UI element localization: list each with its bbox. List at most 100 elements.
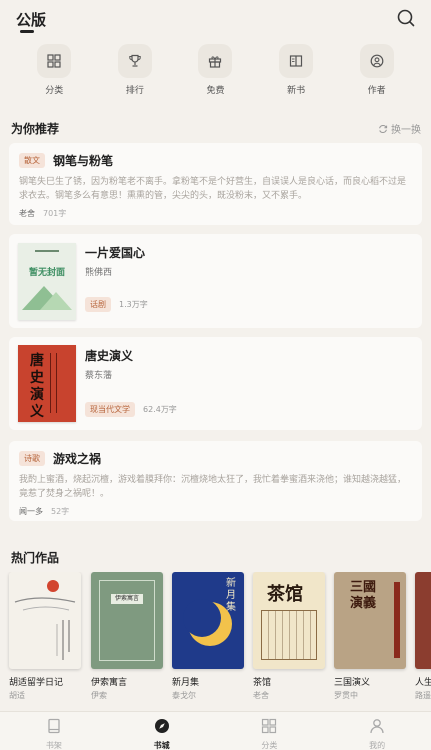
book-meta: 闻一多 52字 <box>19 506 412 517</box>
cover-title-text: 唐史演义 <box>30 353 44 420</box>
recommend-card-book[interactable]: 唐史演义 唐史演义 蔡东藩 现当代文学 62.4万字 <box>9 337 422 430</box>
category-classify[interactable]: 分类 <box>24 44 84 100</box>
top-bar: 公版 <box>0 0 431 44</box>
grid-icon <box>262 718 277 734</box>
nav-categories[interactable]: 分类 <box>239 712 299 750</box>
refresh-icon <box>379 124 388 133</box>
author-name: 罗贯中 <box>334 691 358 700</box>
book-excerpt: 钢笔失巳生了锈，因为粉笔老不离手。拿粉笔不是个好营生，自误误人是良心话，而良心稻… <box>19 177 407 201</box>
category-label: 分类 <box>45 86 64 96</box>
cover-placeholder-text: 暂无封面 <box>28 268 65 278</box>
book-title: 人生 <box>415 678 431 688</box>
nav-label: 我的 <box>369 741 386 750</box>
category-ranking[interactable]: 排行 <box>105 44 165 100</box>
book-cover <box>415 572 431 669</box>
cover-illustration <box>14 580 76 660</box>
cover-label: 伊索寓言 <box>111 594 143 604</box>
genre-tag: 现当代文学 <box>85 402 135 417</box>
word-count: 701字 <box>43 209 67 218</box>
word-count: 62.4万字 <box>143 405 177 414</box>
author-name: 熊佛西 <box>85 268 113 278</box>
recommend-section-title: 为你推荐 <box>11 122 60 136</box>
author-name: 闻一多 <box>19 507 43 516</box>
trophy-icon <box>129 54 141 67</box>
genre-tag: 诗歌 <box>19 451 45 466</box>
swap-button[interactable]: 换一换 <box>378 121 421 136</box>
book-cover: 新月集 <box>172 572 244 669</box>
hot-book[interactable]: 胡适留学日记 胡适 <box>9 572 81 701</box>
category-label: 作者 <box>367 86 386 96</box>
nav-bookshelf[interactable]: 书架 <box>24 712 84 750</box>
book-title: 唐史演义 <box>85 349 134 363</box>
hot-book[interactable]: 三國演義 三国演义 罗贯中 <box>334 572 406 701</box>
nav-bookstore[interactable]: 书城 <box>132 712 192 750</box>
bookshelf-icon <box>48 718 60 734</box>
hot-section-title: 热门作品 <box>11 551 60 565</box>
genre-tag: 话剧 <box>85 297 111 312</box>
book-cover <box>9 572 81 669</box>
author-name: 伊索 <box>91 691 107 700</box>
author-name: 胡适 <box>9 691 25 700</box>
nav-label: 分类 <box>261 741 278 750</box>
category-authors[interactable]: 作者 <box>347 44 407 100</box>
gift-icon <box>209 56 222 68</box>
book-open-icon <box>289 55 303 67</box>
genre-tag: 散文 <box>19 153 45 168</box>
book-title: 伊索寓言 <box>91 678 128 688</box>
nav-label: 书架 <box>45 741 62 750</box>
tab-active-indicator <box>20 30 34 33</box>
book-meta: 现当代文学 62.4万字 <box>85 402 177 417</box>
category-new-books[interactable]: 新书 <box>266 44 326 100</box>
book-title: 三国演义 <box>334 678 371 688</box>
book-title: 一片爱国心 <box>85 246 146 260</box>
user-circle-icon <box>370 54 384 68</box>
user-icon <box>370 719 384 734</box>
hot-books-carousel[interactable]: 胡适留学日记 胡适 伊索寓言 伊索寓言 伊索 新月集 新月集 泰戈尔 茶馆 茶馆… <box>0 572 431 702</box>
book-meta: 话剧 1.3万字 <box>85 297 148 312</box>
book-title: 胡适留学日记 <box>9 678 64 688</box>
cover-title-text: 茶馆 <box>267 584 303 605</box>
author-name: 老舍 <box>19 209 35 218</box>
category-label: 新书 <box>287 86 306 96</box>
book-cover: 三國演義 <box>334 572 406 669</box>
author-name: 路遥 <box>415 691 431 700</box>
nav-label: 书城 <box>153 741 170 750</box>
nav-profile[interactable]: 我的 <box>347 712 407 750</box>
book-title: 茶馆 <box>253 678 272 688</box>
book-title: 新月集 <box>172 678 200 688</box>
author-name: 老舍 <box>253 691 269 700</box>
book-cover: 伊索寓言 <box>91 572 163 669</box>
book-cover: 茶馆 <box>253 572 325 669</box>
book-cover: 唐史演义 <box>18 345 76 422</box>
grid-icon <box>47 54 61 68</box>
swap-label: 换一换 <box>391 125 421 136</box>
hot-book[interactable]: 人生 路遥 <box>415 572 431 701</box>
category-label: 排行 <box>125 86 144 96</box>
book-title: 钢笔与粉笔 <box>53 154 114 168</box>
search-button[interactable] <box>395 7 417 29</box>
word-count: 52字 <box>51 507 70 516</box>
mountain-illustration <box>22 286 72 310</box>
category-label: 免费 <box>206 86 225 96</box>
author-name: 蔡东藩 <box>85 371 113 381</box>
hot-book[interactable]: 茶馆 茶馆 老舍 <box>253 572 325 701</box>
book-excerpt: 我酌上蜜酒，烧起沉檀，游戏着膜拜你：沉檀烧地太狂了，我忙着拳蜜酒来浇他；谁知越浇… <box>19 475 407 499</box>
recommend-card-essay[interactable]: 散文 钢笔与粉笔 钢笔失巳生了锈，因为粉笔老不离手。拿粉笔不是个好营生，自误误人… <box>9 143 422 225</box>
bottom-nav: 书架 书城 分类 我的 <box>0 711 431 750</box>
tab-public-domain[interactable]: 公版 <box>16 9 46 30</box>
book-title: 游戏之祸 <box>53 452 102 466</box>
category-free[interactable]: 免费 <box>185 44 245 100</box>
hot-book[interactable]: 新月集 新月集 泰戈尔 <box>172 572 244 701</box>
cover-title-text: 三國演義 <box>350 580 377 611</box>
book-meta: 老舍 701字 <box>19 208 412 219</box>
category-shortcuts: 分类 排行 免费 新书 作者 <box>0 44 431 100</box>
crescent-moon-illustration <box>183 599 232 646</box>
recommend-card-book[interactable]: 暂无封面 一片爱国心 熊佛西 话剧 1.3万字 <box>9 234 422 328</box>
book-cover: 暂无封面 <box>18 243 76 320</box>
compass-icon <box>154 719 169 733</box>
word-count: 1.3万字 <box>119 300 148 309</box>
search-icon <box>397 9 415 27</box>
recommend-card-poem[interactable]: 诗歌 游戏之祸 我酌上蜜酒，烧起沉檀，游戏着膜拜你：沉檀烧地太狂了，我忙着拳蜜酒… <box>9 441 422 521</box>
hot-book[interactable]: 伊索寓言 伊索寓言 伊索 <box>91 572 163 701</box>
author-name: 泰戈尔 <box>172 691 196 700</box>
